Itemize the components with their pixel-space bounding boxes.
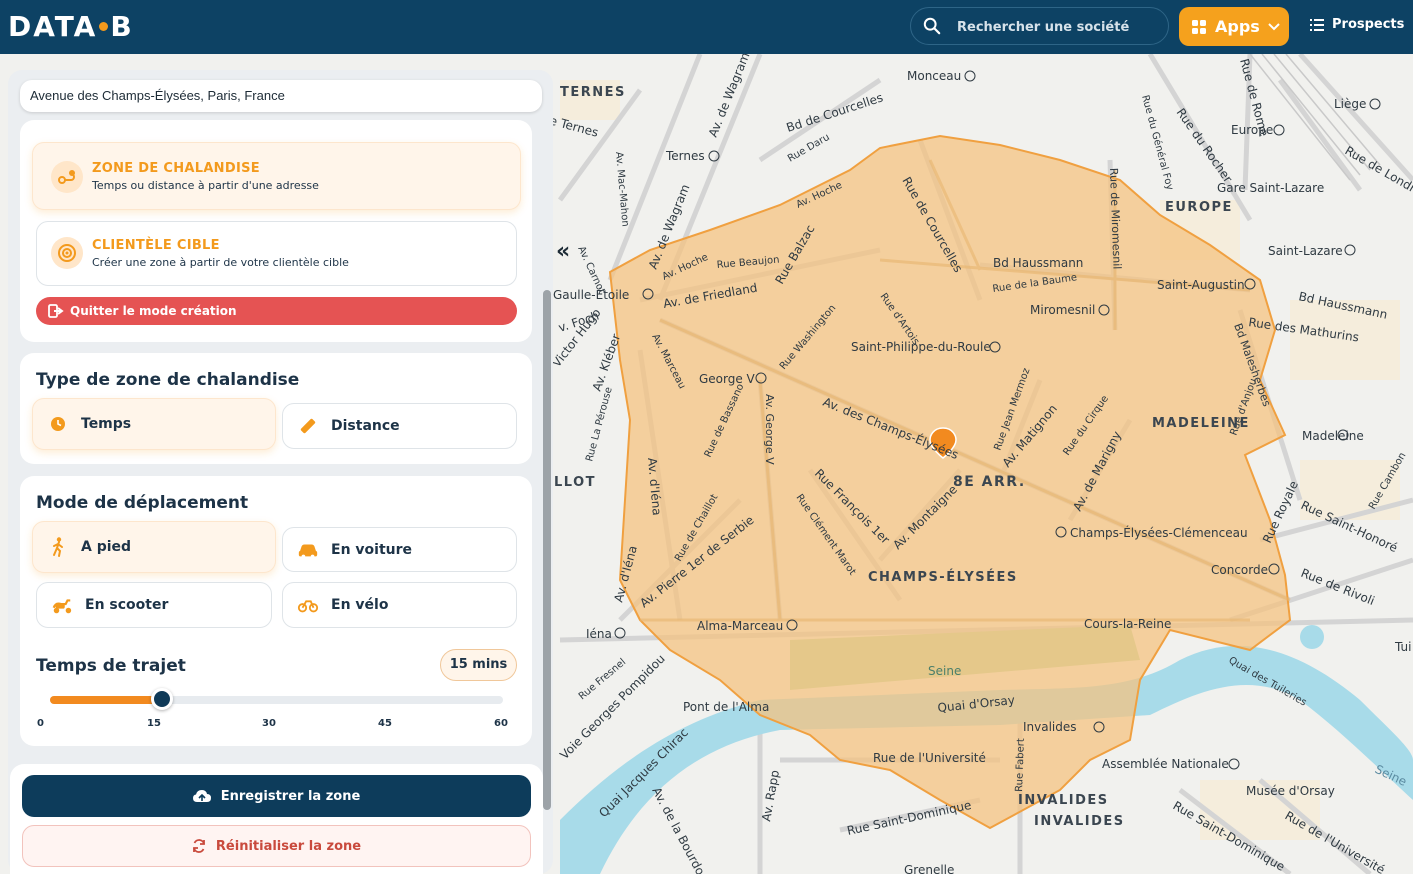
svg-text:Ternes: Ternes <box>665 149 705 163</box>
company-search[interactable] <box>910 7 1169 45</box>
svg-text:LLOT: LLOT <box>554 475 596 490</box>
refresh-icon <box>193 839 205 853</box>
zone-type-temps[interactable]: Temps <box>32 398 276 450</box>
app-logo[interactable]: DATA B <box>8 10 134 43</box>
svg-text:Av. George V: Av. George V <box>763 394 776 465</box>
address-value: Avenue des Champs-Élysées, Paris, France <box>30 88 285 103</box>
mode-subtitle: Temps ou distance à partir d'une adresse <box>92 179 319 192</box>
apps-button[interactable]: Apps <box>1179 7 1289 46</box>
collapse-panel-icon[interactable]: « <box>556 241 578 264</box>
zone-type-title: Type de zone de chalandise <box>36 370 300 390</box>
car-icon <box>298 544 318 558</box>
svg-text:Europe: Europe <box>1231 123 1273 137</box>
scooter-icon <box>52 599 72 614</box>
svg-text:TERNES: TERNES <box>560 85 626 100</box>
zone-type-label: Distance <box>331 418 400 434</box>
travel-mode-label: En voiture <box>331 541 413 558</box>
exit-icon <box>48 304 64 318</box>
walker-icon <box>53 537 63 557</box>
svg-text:Monceau: Monceau <box>907 69 961 83</box>
mode-clientele-cible[interactable]: CLIENTÈLE CIBLE Créer une zone à partir … <box>36 221 517 286</box>
zone-type-distance[interactable]: Distance <box>282 403 517 449</box>
mode-subtitle: Créer une zone à partir de votre clientè… <box>92 256 349 269</box>
travel-mode-scooter[interactable]: En scooter <box>36 582 272 628</box>
svg-text:Liège: Liège <box>1334 97 1366 111</box>
svg-text:Tui: Tui <box>1394 640 1411 654</box>
grid-icon <box>1192 19 1206 34</box>
svg-text:Alma-Marceau: Alma-Marceau <box>697 619 783 633</box>
svg-text:INVALIDES: INVALIDES <box>1034 814 1125 829</box>
slider-fill <box>50 696 163 704</box>
travel-mode-label: A pied <box>81 539 132 555</box>
reset-label: Réinitialiser la zone <box>215 838 362 854</box>
quit-label: Quitter le mode création <box>70 304 237 318</box>
prospects-label: Prospects <box>1332 17 1405 32</box>
cloud-upload-icon <box>192 790 211 802</box>
svg-text:EUROPE: EUROPE <box>1165 200 1233 215</box>
slider-tick: 30 <box>262 718 276 729</box>
svg-text:Champs-Élysées-Clémenceau: Champs-Élysées-Clémenceau <box>1070 525 1248 540</box>
svg-text:Saint-Philippe-du-Roule: Saint-Philippe-du-Roule <box>851 340 991 354</box>
reset-zone-button[interactable]: Réinitialiser la zone <box>22 825 531 867</box>
travel-mode-car[interactable]: En voiture <box>282 527 517 572</box>
travel-mode-walk[interactable]: A pied <box>32 521 276 573</box>
zone-type-label: Temps <box>81 416 132 432</box>
list-icon <box>1310 18 1324 31</box>
svg-text:Concorde: Concorde <box>1211 563 1268 577</box>
slider-tick: 0 <box>37 718 44 729</box>
mode-title: CLIENTÈLE CIBLE <box>92 238 220 253</box>
svg-text:George V: George V <box>699 372 756 386</box>
svg-text:Invalides: Invalides <box>1023 720 1077 734</box>
clock-icon <box>51 417 65 431</box>
save-zone-button[interactable]: Enregistrer la zone <box>22 775 531 817</box>
svg-text:Iéna: Iéna <box>586 627 612 641</box>
slider-tick: 15 <box>147 718 161 729</box>
svg-text:INVALIDES: INVALIDES <box>1018 793 1109 808</box>
chevron-down-icon <box>1268 22 1280 30</box>
route-icon <box>51 161 83 193</box>
svg-text:Saint-Augustin: Saint-Augustin <box>1157 278 1245 292</box>
travel-mode-title: Mode de déplacement <box>36 493 249 513</box>
save-label: Enregistrer la zone <box>220 788 361 804</box>
travel-time-title: Temps de trajet <box>36 656 186 676</box>
travel-time-badge: 15 mins <box>440 649 517 681</box>
apps-label: Apps <box>1215 17 1260 36</box>
top-bar: DATAB Apps Prospects <box>0 0 1413 54</box>
svg-text:Musée d'Orsay: Musée d'Orsay <box>1246 784 1335 798</box>
target-icon <box>51 237 83 269</box>
address-field[interactable]: Avenue des Champs-Élysées, Paris, France <box>20 80 542 112</box>
travel-time-slider[interactable] <box>50 696 503 704</box>
svg-text:Gaulle-Étoile: Gaulle-Étoile <box>553 287 629 302</box>
svg-text:Rue de l'Université: Rue de l'Université <box>873 751 986 765</box>
search-input[interactable] <box>957 16 1157 38</box>
travel-mode-label: En vélo <box>331 597 389 613</box>
panel-scrollbar[interactable] <box>543 290 551 810</box>
svg-text:Miromesnil: Miromesnil <box>1030 303 1095 317</box>
svg-text:Gare Saint-Lazare: Gare Saint-Lazare <box>1217 181 1324 195</box>
bike-icon <box>297 600 319 613</box>
travel-mode-bike[interactable]: En vélo <box>282 582 517 628</box>
svg-text:Pont de l'Alma: Pont de l'Alma <box>683 700 769 714</box>
svg-text:Grenelle: Grenelle <box>904 863 954 874</box>
mode-title: ZONE DE CHALANDISE <box>92 161 260 176</box>
svg-text:Rue Fabert: Rue Fabert <box>1014 738 1027 792</box>
slider-tick: 60 <box>494 718 508 729</box>
svg-text:Seine: Seine <box>928 664 961 678</box>
svg-text:Bd Haussmann: Bd Haussmann <box>993 256 1083 270</box>
prospects-link[interactable]: Prospects <box>1310 17 1404 32</box>
svg-text:Saint-Lazare: Saint-Lazare <box>1268 244 1343 258</box>
ruler-icon <box>300 418 316 434</box>
svg-text:8E ARR.: 8E ARR. <box>953 474 1026 490</box>
svg-text:Assemblée Nationale: Assemblée Nationale <box>1102 757 1229 771</box>
svg-text:Cours-la-Reine: Cours-la-Reine <box>1084 617 1171 631</box>
svg-text:CHAMPS-ÉLYSÉES: CHAMPS-ÉLYSÉES <box>868 569 1018 585</box>
search-icon <box>923 17 941 35</box>
svg-text:Madeleine: Madeleine <box>1302 429 1364 443</box>
travel-mode-label: En scooter <box>85 597 169 613</box>
slider-tick: 45 <box>378 718 392 729</box>
mode-zone-chalandise[interactable]: ZONE DE CHALANDISE Temps ou distance à p… <box>32 142 521 210</box>
quit-creation-button[interactable]: Quitter le mode création <box>36 297 517 325</box>
